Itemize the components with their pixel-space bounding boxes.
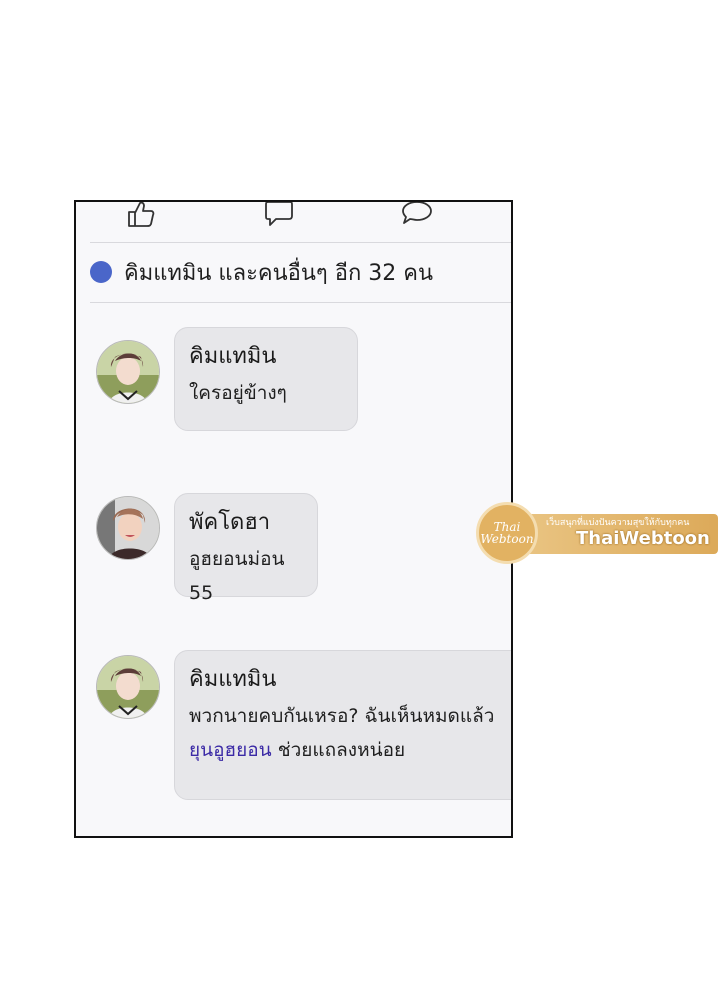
comment-text: ใครอยู่ข้างๆ bbox=[189, 382, 287, 404]
comment-text: พวกนายคบกันเหรอ? ฉันเห็นหมดแล้วยุนอูฮยอน… bbox=[189, 699, 511, 767]
reaction-dot-icon bbox=[90, 261, 112, 283]
share-icon[interactable] bbox=[401, 202, 433, 228]
thumbs-up-icon[interactable] bbox=[126, 202, 156, 228]
avatar[interactable] bbox=[96, 496, 160, 560]
avatar[interactable] bbox=[96, 655, 160, 719]
comment-icon[interactable] bbox=[264, 202, 294, 228]
action-bar bbox=[76, 202, 511, 242]
watermark-tagline: เว็บสนุกที่แบ่งปันความสุขให้กับทุกคน bbox=[546, 518, 690, 528]
watermark: Thai Webtoon เว็บสนุกที่แบ่งปันความสุขให้… bbox=[476, 502, 720, 564]
commenter-name[interactable]: คิมแทมิน bbox=[189, 665, 511, 695]
watermark-logo: Thai Webtoon bbox=[476, 502, 538, 564]
comment-bubble[interactable]: คิมแทมิน พวกนายคบกันเหรอ? ฉันเห็นหมดแล้ว… bbox=[174, 650, 511, 800]
comment-panel: คิมแทมิน และคนอื่นๆ อีก 32 คน คิมแทมิน ใ… bbox=[74, 200, 513, 838]
mention-link[interactable]: ยุนอูฮยอน bbox=[189, 739, 272, 761]
comment-text: อูฮยอนม่อน 55 bbox=[189, 548, 285, 604]
watermark-brand: ThaiWebtoon bbox=[576, 528, 710, 549]
likes-text: คิมแทมิน และคนอื่นๆ อีก 32 คน bbox=[124, 260, 433, 286]
likes-summary[interactable]: คิมแทมิน และคนอื่นๆ อีก 32 คน bbox=[90, 254, 433, 290]
avatar[interactable] bbox=[96, 340, 160, 404]
divider bbox=[90, 242, 511, 243]
watermark-logo-line2: Webtoon bbox=[480, 532, 534, 546]
comment-text-line2: ช่วยแถลงหน่อย bbox=[271, 739, 406, 761]
comment-text-line1: พวกนายคบกันเหรอ? ฉันเห็นหมดแล้ว bbox=[189, 705, 495, 727]
comment-bubble[interactable]: พัคโดฮา อูฮยอนม่อน 55 bbox=[174, 493, 318, 604]
commenter-name[interactable]: คิมแทมิน bbox=[189, 342, 343, 372]
divider bbox=[90, 302, 511, 303]
comment-bubble[interactable]: คิมแทมิน ใครอยู่ข้างๆ bbox=[174, 327, 358, 431]
commenter-name[interactable]: พัคโดฮา bbox=[189, 508, 303, 538]
